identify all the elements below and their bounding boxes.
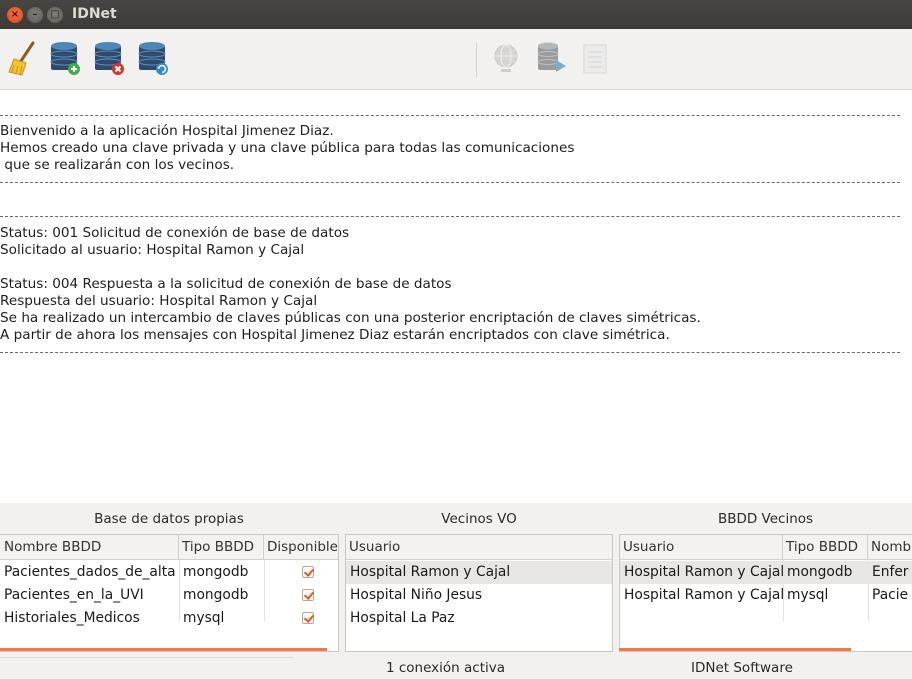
db-name-cell: Historiales_Medicos [4,610,140,626]
window-title: IDNet [72,6,117,22]
table-row-selected[interactable]: Hospital Ramon y Cajal [346,561,612,584]
neighbor-name-cell: Hospital La Paz [350,610,455,626]
db-name-cell: Enfer [872,564,909,580]
column-header-tipo[interactable]: Tipo BBDD [783,535,868,560]
table-row[interactable]: Hospital La Paz [346,607,612,630]
db-type-cell: mysql [183,610,225,626]
log-line: Status: 004 Respuesta a la solicitud de … [0,276,452,292]
add-database-button[interactable] [48,39,84,77]
send-database-icon [537,42,566,72]
db-name-cell: Pacientes_dados_de_alta [4,564,176,580]
minimize-window-button[interactable]: – [27,7,43,23]
log-separator [0,216,900,217]
remove-database-icon [94,42,124,75]
column-header-disponible[interactable]: Disponible [264,535,338,560]
column-header-usuario[interactable]: Usuario [346,535,612,560]
scroll-indicator[interactable] [0,648,327,651]
database-document-button[interactable] [578,39,614,77]
available-checkbox[interactable] [302,589,314,601]
column-header-nombre[interactable]: Nombre BBDD [0,535,179,560]
scroll-indicator[interactable] [619,648,851,651]
brand-label: IDNet Software [691,660,793,676]
own-db-table[interactable]: Nombre BBDD Tipo BBDD Disponible Pacient… [0,534,339,652]
db-type-cell: mongodb [183,587,249,603]
column-header-usuario[interactable]: Usuario [620,535,783,560]
table-row[interactable]: Hospital Niño Jesus [346,584,612,607]
refresh-database-icon [138,42,168,75]
db-type-cell: mysql [787,587,829,603]
table-header: Usuario Tipo BBDD Nomb [620,535,912,560]
neighbor-db-title: BBDD Vecinos [717,511,814,527]
available-checkbox[interactable] [302,566,314,578]
close-window-button[interactable]: × [7,7,23,23]
statusbar-divider [0,657,293,658]
table-row-selected[interactable]: Hospital Ramon y Cajal mongodb Enfer [620,561,912,584]
log-line: Bienvenido a la aplicación Hospital Jime… [0,123,334,139]
log-separator [0,115,900,116]
neighbors-title: Vecinos VO [441,511,517,527]
toolbar [0,29,912,89]
connection-status: 1 conexión activa [386,660,506,676]
clear-icon [8,41,35,76]
column-header-tipo[interactable]: Tipo BBDD [179,535,264,560]
db-name-cell: Pacientes_en_la_UVI [4,587,144,603]
db-name-cell: Pacie [872,587,909,603]
table-header: Nombre BBDD Tipo BBDD Disponible [0,535,338,560]
refresh-database-button[interactable] [136,39,172,77]
table-row[interactable]: Hospital Ramon y Cajal mysql Pacie [620,584,912,607]
log-line: que se realizarán con los vecinos. [0,157,235,173]
table-row[interactable]: Pacientes_dados_de_alta mongodb [0,561,338,584]
available-checkbox[interactable] [302,612,314,624]
clear-log-button[interactable] [6,39,42,77]
toolbar-separator [476,43,477,77]
neighbor-user-cell: Hospital Ramon y Cajal [624,564,783,580]
own-db-title: Base de datos propias [94,511,244,527]
neighbor-name-cell: Hospital Ramon y Cajal [350,564,511,580]
table-row[interactable]: Pacientes_en_la_UVI mongodb [0,584,338,607]
log-line: Hemos creado una clave privada y una cla… [0,140,575,156]
column-header-nombre[interactable]: Nomb [868,535,912,560]
neighbors-table[interactable]: Usuario Hospital Ramon y Cajal Hospital … [345,534,613,652]
neighbor-db-table[interactable]: Usuario Tipo BBDD Nomb Hospital Ramon y … [619,534,912,652]
maximize-window-button[interactable]: □ [47,7,63,23]
log-line: Respuesta del usuario: Hospital Ramon y … [0,293,318,309]
remove-database-button[interactable] [92,39,128,77]
send-database-button[interactable] [534,39,570,77]
log-line: Se ha realizado un intercambio de claves… [0,310,701,326]
log-text-area[interactable]: Bienvenido a la aplicación Hospital Jime… [0,89,912,503]
table-row[interactable]: Historiales_Medicos mysql [0,607,338,630]
connect-button[interactable] [490,39,526,77]
database-document-icon [583,44,607,74]
log-separator [0,182,900,183]
log-line: Solicitado al usuario: Hospital Ramon y … [0,242,305,258]
db-type-cell: mongodb [183,564,249,580]
log-separator [0,352,900,353]
neighbor-user-cell: Hospital Ramon y Cajal [624,587,783,603]
log-line: Status: 001 Solicitud de conexión de bas… [0,225,350,241]
neighbor-name-cell: Hospital Niño Jesus [350,587,483,603]
title-bar: × – □ IDNet [0,0,912,29]
globe-icon [494,44,518,72]
add-database-icon [50,42,80,75]
table-header: Usuario [346,535,612,560]
log-line: A partir de ahora los mensajes con Hospi… [0,327,670,343]
db-type-cell: mongodb [787,564,853,580]
